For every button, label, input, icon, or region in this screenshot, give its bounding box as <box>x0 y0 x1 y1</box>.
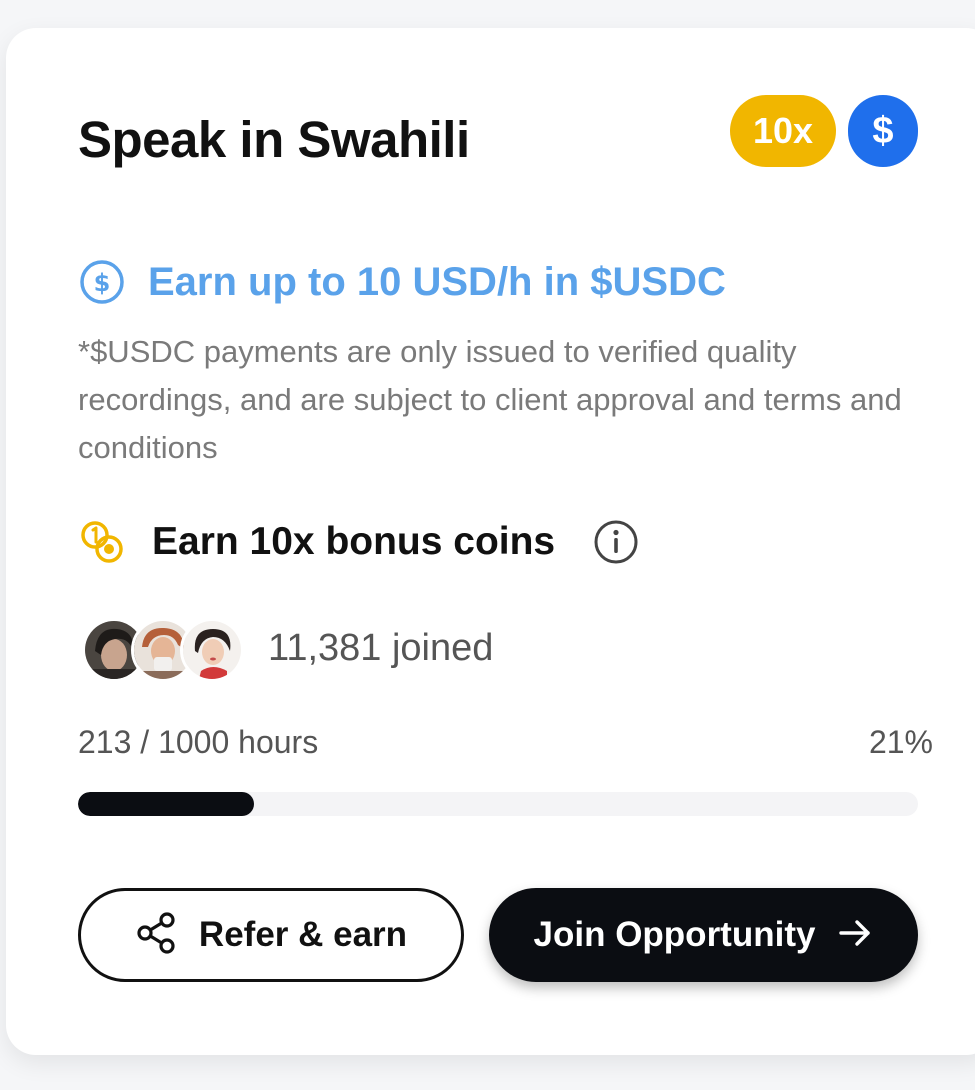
multiplier-badge: 10x <box>730 95 836 167</box>
join-opportunity-label: Join Opportunity <box>533 915 816 954</box>
progress-hours-label: 213 / 1000 hours <box>78 724 319 760</box>
coins-icon <box>78 518 126 566</box>
participants-row: 11,381 joined <box>82 615 494 682</box>
info-icon[interactable] <box>593 519 639 565</box>
avatar <box>180 618 244 682</box>
earn-row: $ Earn up to 10 USD/h in $USDC <box>78 254 726 310</box>
page: Speak in Swahili 10x $ $ Earn up to 10 U… <box>0 0 975 1090</box>
share-icon <box>135 911 179 960</box>
opportunity-card: Speak in Swahili 10x $ $ Earn up to 10 U… <box>6 28 975 1055</box>
bonus-text: Earn 10x bonus coins <box>152 520 556 563</box>
join-opportunity-button[interactable]: Join Opportunity <box>489 888 918 982</box>
bonus-row: Earn 10x bonus coins <box>78 516 639 568</box>
dollar-circle-icon: $ <box>78 258 126 306</box>
progress-bar <box>78 792 918 816</box>
currency-badge: $ <box>848 95 918 167</box>
card-title: Speak in Swahili <box>78 111 470 168</box>
earn-rate-text: Earn up to 10 USD/h in $USDC <box>148 259 726 304</box>
arrow-right-icon <box>837 915 873 956</box>
refer-earn-label: Refer & earn <box>198 915 408 954</box>
progress-percent-label: 21% <box>868 724 933 760</box>
avatar-stack <box>82 615 244 682</box>
refer-earn-button[interactable]: Refer & earn <box>78 888 464 982</box>
svg-text:$: $ <box>94 269 111 297</box>
joined-count: 11,381 joined <box>268 626 494 669</box>
usdc-disclaimer: *$USDC payments are only issued to verif… <box>78 334 902 465</box>
progress-bar-fill <box>78 792 255 816</box>
